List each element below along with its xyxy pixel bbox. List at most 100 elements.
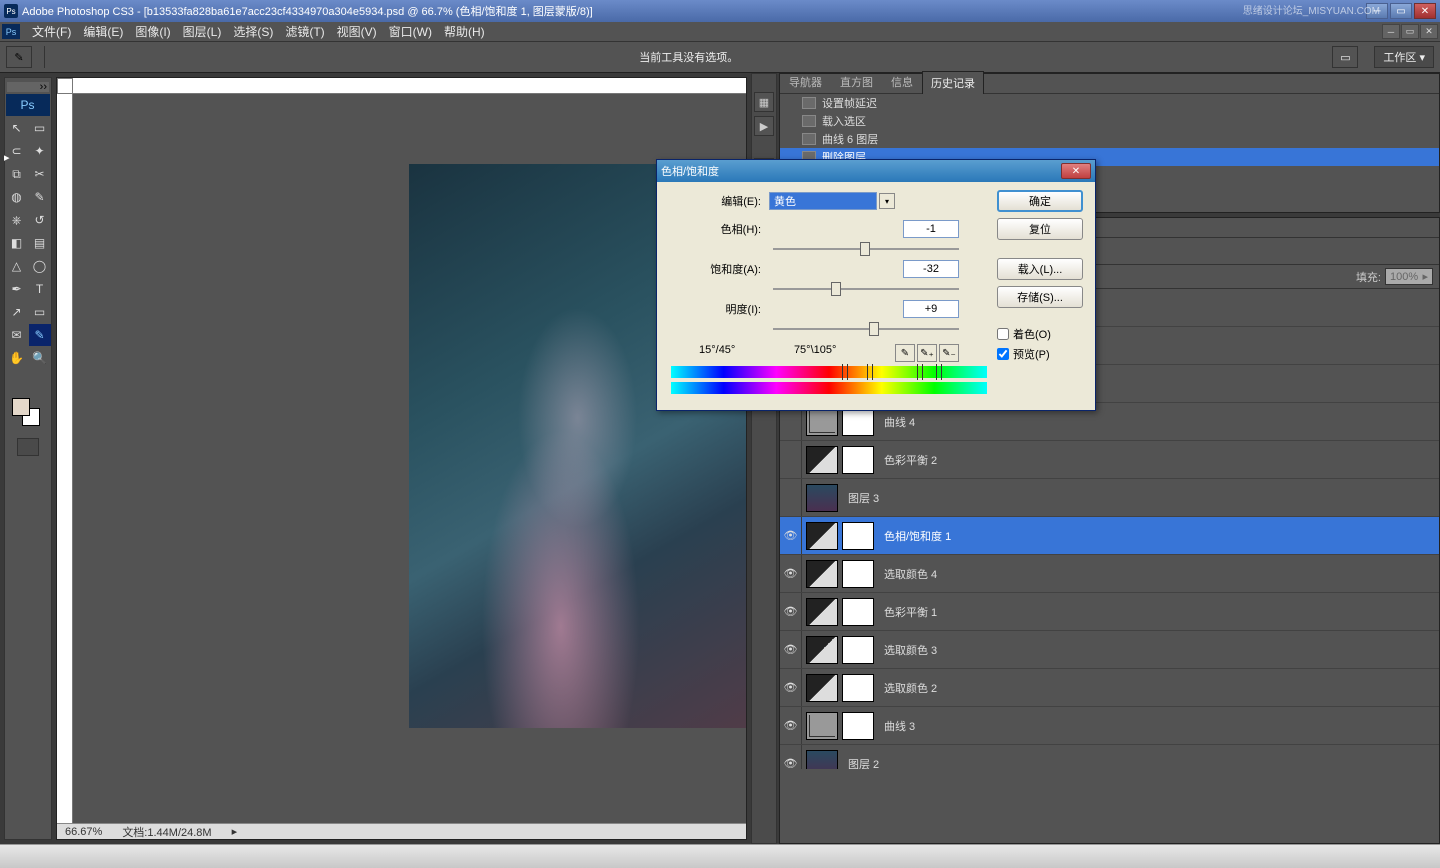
zoom-tool[interactable]: 🔍 [29,347,51,369]
menu-file[interactable]: 文件(F) [26,21,77,42]
mask-thumb[interactable] [842,598,874,626]
screen-mode-icon[interactable]: ▭ [1332,46,1358,68]
load-button[interactable]: 载入(L)... [997,258,1083,280]
sat-input[interactable] [903,260,959,278]
workspace-button[interactable]: 工作区 ▾ [1374,46,1434,68]
menu-layer[interactable]: 图层(L) [177,21,228,42]
ruler-origin[interactable] [57,78,73,94]
eyedropper-add-icon[interactable]: ✎₊ [917,344,937,362]
tab-info[interactable]: 信息 [882,70,922,93]
layer-row[interactable]: 👁色相/饱和度 1 [780,517,1439,555]
layer-row[interactable]: 色彩平衡 2 [780,441,1439,479]
menu-select[interactable]: 选择(S) [227,21,279,42]
save-button[interactable]: 存储(S)... [997,286,1083,308]
wand-tool[interactable]: ✦ [29,140,51,162]
mask-thumb[interactable] [842,446,874,474]
layer-row[interactable]: 图层 3 [780,479,1439,517]
mdi-min[interactable]: ─ [1382,24,1400,39]
history-brush-tool[interactable]: ↺ [29,209,51,231]
ps-logo[interactable]: Ps [6,94,50,116]
light-input[interactable] [903,300,959,318]
mask-thumb[interactable] [842,522,874,550]
tab-history[interactable]: 历史记录 [922,71,984,94]
menu-window[interactable]: 窗口(W) [383,21,438,42]
layer-thumb[interactable] [806,446,838,474]
doc-info[interactable]: 文档:1.44M/24.8M [122,824,211,840]
menu-image[interactable]: 图像(I) [129,21,176,42]
layer-row[interactable]: 👁选取颜色 3 [780,631,1439,669]
zoom-level[interactable]: 66.67% [65,826,102,838]
tab-histogram[interactable]: 直方图 [831,70,882,93]
shape-tool[interactable]: ▭ [29,301,51,323]
layer-row[interactable]: 👁选取颜色 2 [780,669,1439,707]
blur-tool[interactable]: △ [6,255,28,277]
ruler-horizontal[interactable] [73,78,746,94]
close-button[interactable]: ✕ [1414,3,1436,19]
layer-thumb[interactable] [806,636,838,664]
mask-thumb[interactable] [842,408,874,436]
layer-row[interactable]: 👁曲线 3 [780,707,1439,745]
mdi-close[interactable]: ✕ [1420,24,1438,39]
marquee-tool[interactable]: ▭ [29,117,51,139]
slice-tool[interactable]: ✂ [29,163,51,185]
fg-color[interactable] [12,398,30,416]
mask-thumb[interactable] [842,674,874,702]
visibility-toggle[interactable]: 👁 [780,517,802,554]
reset-button[interactable]: 复位 [997,218,1083,240]
menu-edit[interactable]: 编辑(E) [77,21,129,42]
layer-row[interactable]: 👁色彩平衡 1 [780,593,1439,631]
mdi-max[interactable]: ▭ [1401,24,1419,39]
eyedropper-icon[interactable]: ✎ [6,46,32,68]
colorize-check[interactable]: 着色(O) [997,326,1083,342]
visibility-toggle[interactable]: 👁 [780,555,802,592]
path-tool[interactable]: ↗ [6,301,28,323]
history-item[interactable]: 曲线 6 图层 [780,130,1439,148]
hue-input[interactable] [903,220,959,238]
stamp-tool[interactable]: ⎈ [6,209,28,231]
maximize-button[interactable]: ▭ [1390,3,1412,19]
layer-thumb[interactable] [806,408,838,436]
color-swatches[interactable] [12,398,44,430]
eyedropper-sub-icon[interactable]: ✎₋ [939,344,959,362]
layer-thumb[interactable] [806,560,838,588]
heal-tool[interactable]: ◍ [6,186,28,208]
layer-thumb[interactable] [806,522,838,550]
gradient-tool[interactable]: ▤ [29,232,51,254]
history-item[interactable]: 设置帧延迟 [780,94,1439,112]
pen-tool[interactable]: ✒ [6,278,28,300]
layer-thumb[interactable] [806,598,838,626]
visibility-toggle[interactable] [780,441,802,478]
mask-thumb[interactable] [842,636,874,664]
hue-slider[interactable] [773,240,959,258]
eraser-tool[interactable]: ◧ [6,232,28,254]
light-slider[interactable] [773,320,959,338]
dialog-close-button[interactable]: ✕ [1061,163,1091,179]
hand-tool[interactable]: ✋ [6,347,28,369]
move-tool[interactable]: ↖ [6,117,28,139]
layer-thumb[interactable] [806,712,838,740]
ok-button[interactable]: 确定 [997,190,1083,212]
layer-row[interactable]: 👁图层 2 [780,745,1439,769]
edit-combo-arrow[interactable]: ▾ [879,193,895,209]
dodge-tool[interactable]: ◯ [29,255,51,277]
crop-tool[interactable]: ⧉ [6,163,28,185]
menu-filter[interactable]: 滤镜(T) [279,21,330,42]
visibility-toggle[interactable]: 👁 [780,593,802,630]
layer-thumb[interactable] [806,750,838,770]
tab-navigator[interactable]: 导航器 [780,70,831,93]
menu-help[interactable]: 帮助(H) [438,21,491,42]
visibility-toggle[interactable]: 👁 [780,745,802,769]
toolbox-grip[interactable]: ›› [7,82,49,92]
histogram-icon[interactable]: ▶ [754,116,774,136]
brush-tool[interactable]: ✎ [29,186,51,208]
doc-info-arrow[interactable]: ▸ [232,825,238,838]
ps-icon[interactable]: Ps [2,24,20,39]
ruler-vertical[interactable] [57,94,73,823]
notes-tool[interactable]: ✉ [6,324,28,346]
preview-check[interactable]: 预览(P) [997,346,1083,362]
mask-thumb[interactable] [842,560,874,588]
visibility-toggle[interactable]: 👁 [780,669,802,706]
mask-thumb[interactable] [842,712,874,740]
layer-thumb[interactable] [806,674,838,702]
layer-thumb[interactable] [806,484,838,512]
